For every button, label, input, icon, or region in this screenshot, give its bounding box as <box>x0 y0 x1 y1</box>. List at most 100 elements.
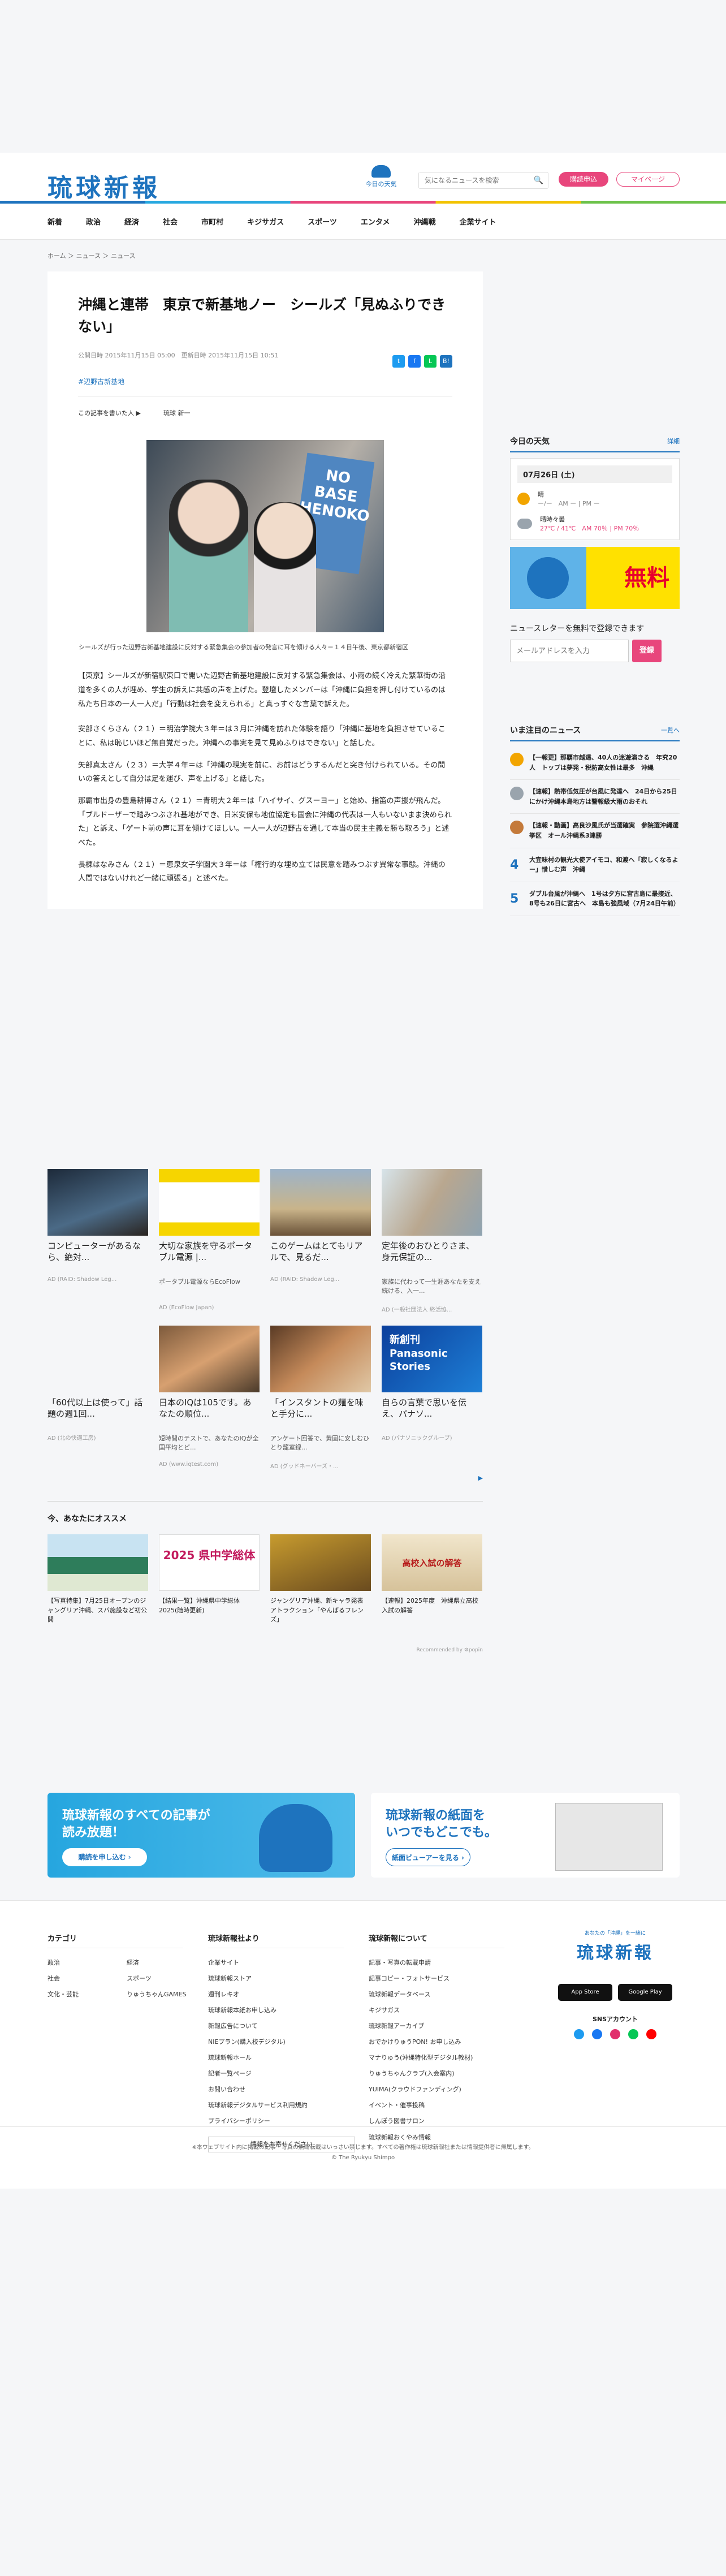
footer-link[interactable]: 文化・芸能 <box>47 1987 127 2003</box>
viewer-promo[interactable]: 琉球新報の紙面を いつでもどこでも。 紙面ビューアーを見る › <box>371 1793 680 1878</box>
twitter-share-icon[interactable]: t <box>392 355 405 368</box>
instagram-icon[interactable] <box>610 2029 620 2039</box>
search-input[interactable] <box>419 172 526 188</box>
nav-item-okinawa-war[interactable]: 沖縄戦 <box>413 216 435 227</box>
footer-link[interactable]: イベント・催事投稿 <box>369 2098 504 2113</box>
ad-card[interactable]: 新創刊 Panasonic Stories 自らの言葉で思いを伝え、パナソ...… <box>382 1326 482 1470</box>
adchoices-icon[interactable]: ▶ <box>47 1474 483 1482</box>
twitter-icon[interactable] <box>574 2029 584 2039</box>
nav-item-kijisagasu[interactable]: キジサガス <box>247 216 284 227</box>
footer-link[interactable]: 琉球新報本紙お申し込み <box>208 2003 355 2018</box>
footer-link[interactable]: 企業サイト <box>208 1955 355 1971</box>
article-photo[interactable]: NO BASE HENOKO <box>146 439 384 632</box>
nav-item-sports[interactable]: スポーツ <box>308 216 337 227</box>
footer-link[interactable]: 記事コピー・フォトサービス <box>369 1971 504 1987</box>
ranking-item[interactable]: 【速報・動画】高良沙風氏が当選確実 参院選沖縄選挙区 オール沖縄系3連勝 <box>510 814 680 848</box>
nav-item-politics[interactable]: 政治 <box>86 216 101 227</box>
nav-item-economy[interactable]: 経済 <box>124 216 139 227</box>
footer-brand: あなたの「沖縄」を一緒に 琉球新報 App Store Google Play … <box>542 1929 689 2039</box>
recommend-item[interactable]: 高校入試の解答 【速報】2025年度 沖縄県立高校入試の解答 <box>382 1534 482 1625</box>
footer-link[interactable]: スポーツ <box>127 1971 195 1987</box>
breadcrumb[interactable]: ホーム ＞ ニュース ＞ ニュース <box>0 240 726 271</box>
footer-link[interactable]: キジサガス <box>369 2003 504 2018</box>
ranking-more-link[interactable]: 一覧へ <box>661 726 680 735</box>
footer-link[interactable]: お問い合わせ <box>208 2082 355 2098</box>
author-name[interactable]: 琉球 新一 <box>163 408 191 417</box>
promo-subscribe-button[interactable]: 購読を申し込む › <box>62 1848 147 1866</box>
footer-link[interactable]: りゅうちゃんGAMES <box>127 1987 195 2003</box>
ad-card[interactable]: コンピューターがあるなら、絶対... AD (RAID: Shadow Leg.… <box>47 1169 148 1313</box>
footer-link[interactable]: 社会 <box>47 1971 127 1987</box>
byline-note[interactable]: この記事を書いた人 ▶ <box>78 408 141 417</box>
subscribe-button[interactable]: 購読申込 <box>559 172 608 187</box>
recommend-title-text: 【写真特集】7月25日オープンのジャングリア沖縄、スバ施設など初公開 <box>47 1597 147 1624</box>
footer-link[interactable]: 記者一覧ページ <box>208 2066 355 2082</box>
ad-card[interactable]: 大切な家族を守るポータブル電源 |... ポータブル電源ならEcoFlow AD… <box>159 1169 260 1313</box>
line-icon[interactable] <box>628 2029 638 2039</box>
site-logo[interactable]: 琉球新報 <box>47 167 161 204</box>
google-play-button[interactable]: Google Play <box>618 1984 672 2001</box>
ranking-text: 大宜味村の観光大使アイモコ、和渡へ「寂しくなるよー」惜しむ声 沖縄 <box>529 856 679 874</box>
search-box: 🔍 <box>418 172 548 189</box>
facebook-icon[interactable] <box>592 2029 602 2039</box>
header-weather[interactable]: 今日の天気 <box>360 165 403 188</box>
recommend-item[interactable]: ジャングリア沖縄、新キャラ発表 アトラクション「やんばるフレンズ」 <box>270 1534 371 1625</box>
nav-item-corporate[interactable]: 企業サイト <box>459 216 496 227</box>
footer-link[interactable]: 経済 <box>127 1955 195 1971</box>
global-nav: 新着 政治 経済 社会 市町村 キジサガス スポーツ エンタメ 沖縄戦 企業サイ… <box>0 204 726 240</box>
footer-link[interactable]: NIEプラン(購入校デジタル) <box>208 2034 355 2050</box>
footer-link[interactable]: 週刊レキオ <box>208 1987 355 2003</box>
article: 沖縄と連帯 東京で新基地ノー シールズ「見ぬふりできない」 公開日時 2015年… <box>47 271 483 909</box>
ad-card[interactable]: 日本のIQは105です。あなたの順位... 短時間のテストで、あなたのIQが全国… <box>159 1326 260 1470</box>
rank-2-icon <box>510 787 524 801</box>
header-color-stripe <box>0 201 726 204</box>
footer-link[interactable]: 記事・写真の転載申請 <box>369 1955 504 1971</box>
newsletter-email-input[interactable] <box>510 640 629 662</box>
header-weather-label: 今日の天気 <box>365 180 397 188</box>
weather-header: 今日の天気 詳細 <box>510 435 680 452</box>
mypage-button[interactable]: マイページ <box>616 172 680 187</box>
nav-item-society[interactable]: 社会 <box>163 216 178 227</box>
ad-card[interactable]: このゲームはとてもリアルで、見るだ... AD (RAID: Shadow Le… <box>270 1169 371 1313</box>
promo-viewer-button[interactable]: 紙面ビューアーを見る › <box>386 1848 470 1866</box>
ranking-item[interactable]: 5 ダブル台風が沖縄へ 1号は夕方に宮古島に最接近、8号も26日に宮古へ 本島も強… <box>510 882 680 916</box>
footer-link[interactable]: おでかけりゅうPON! お申し込み <box>369 2034 504 2050</box>
ad-card[interactable]: 定年後のおひとりさま、身元保証の... 家族に代わって一生涯あなたを支え続ける、… <box>382 1169 482 1313</box>
nav-item-new[interactable]: 新着 <box>47 216 62 227</box>
footer-link[interactable]: 新報広告について <box>208 2018 355 2034</box>
footer-link[interactable]: 政治 <box>47 1955 127 1971</box>
weather-more-link[interactable]: 詳細 <box>667 437 680 446</box>
footer-link[interactable]: りゅうちゃんクラブ(入会案内) <box>369 2066 504 2082</box>
newsletter-register-button[interactable]: 登録 <box>632 640 662 662</box>
copyright-owner: © The Ryukyu Shimpo <box>331 2155 395 2161</box>
article-tag[interactable]: #辺野古新基地 <box>78 377 452 386</box>
footer-link[interactable]: 琉球新報ストア <box>208 1971 355 1987</box>
hatena-share-icon[interactable]: B! <box>440 355 452 368</box>
footer-link[interactable]: 琉球新報デジタルサービス利用規約 <box>208 2098 355 2113</box>
ranking-item[interactable]: 【速報】熱帯低気圧が台風に発達へ 24日から25日にかけ沖縄本島地方は警報級大雨… <box>510 780 680 814</box>
youtube-icon[interactable] <box>646 2029 656 2039</box>
footer-link[interactable]: 琉球新報データベース <box>369 1987 504 2003</box>
ad-card[interactable]: 「インスタントの麺を味と手分に... アンケート回答で、黄固に安しむひとり籠室録… <box>270 1326 371 1470</box>
facebook-share-icon[interactable]: f <box>408 355 421 368</box>
footer-link[interactable]: マナりゅう(沖縄特化型デジタル教材) <box>369 2050 504 2066</box>
ranking-item[interactable]: 4 大宜味村の観光大使アイモコ、和渡へ「寂しくなるよー」惜しむ声 沖縄 <box>510 848 680 882</box>
nav-item-entertainment[interactable]: エンタメ <box>361 216 390 227</box>
recommend-list: 【写真特集】7月25日オープンのジャングリア沖縄、スバ施設など初公開 2025 … <box>47 1534 483 1625</box>
recommend-item[interactable]: 【写真特集】7月25日オープンのジャングリア沖縄、スバ施設など初公開 <box>47 1534 148 1625</box>
footer-link[interactable]: YUIMA(クラウドファンディング) <box>369 2082 504 2098</box>
footer-link[interactable]: 琉球新報アーカイブ <box>369 2018 504 2034</box>
footer-link[interactable]: 琉球新報ホール <box>208 2050 355 2066</box>
subscribe-promo[interactable]: 琉球新報のすべての記事が 読み放題！ 購読を申し込む › <box>47 1793 355 1878</box>
search-icon[interactable]: 🔍 <box>534 176 543 185</box>
footer-logo[interactable]: 琉球新報 <box>542 1939 689 1964</box>
ranking-item[interactable]: 【一報更】那覇市越遠、40人の迷遊演きる 年究20人 トップは夢発・税防高女性は… <box>510 746 680 780</box>
app-store-button[interactable]: App Store <box>558 1984 612 2001</box>
line-share-icon[interactable]: L <box>424 355 437 368</box>
ad-card[interactable]: 「60代以上は使って」話題の週1回... AD (北の快適工房) <box>47 1326 148 1470</box>
newspaper-image <box>555 1803 663 1871</box>
recommend-item[interactable]: 2025 県中学総体 【結果一覧】沖縄県中学総体2025(随時更新) <box>159 1534 260 1625</box>
free-banner[interactable]: 無料 <box>510 547 680 609</box>
weather-temp: 27℃ / 41℃ AM 70％ | PM 70％ <box>540 525 639 532</box>
nav-item-municipal[interactable]: 市町村 <box>201 216 223 227</box>
